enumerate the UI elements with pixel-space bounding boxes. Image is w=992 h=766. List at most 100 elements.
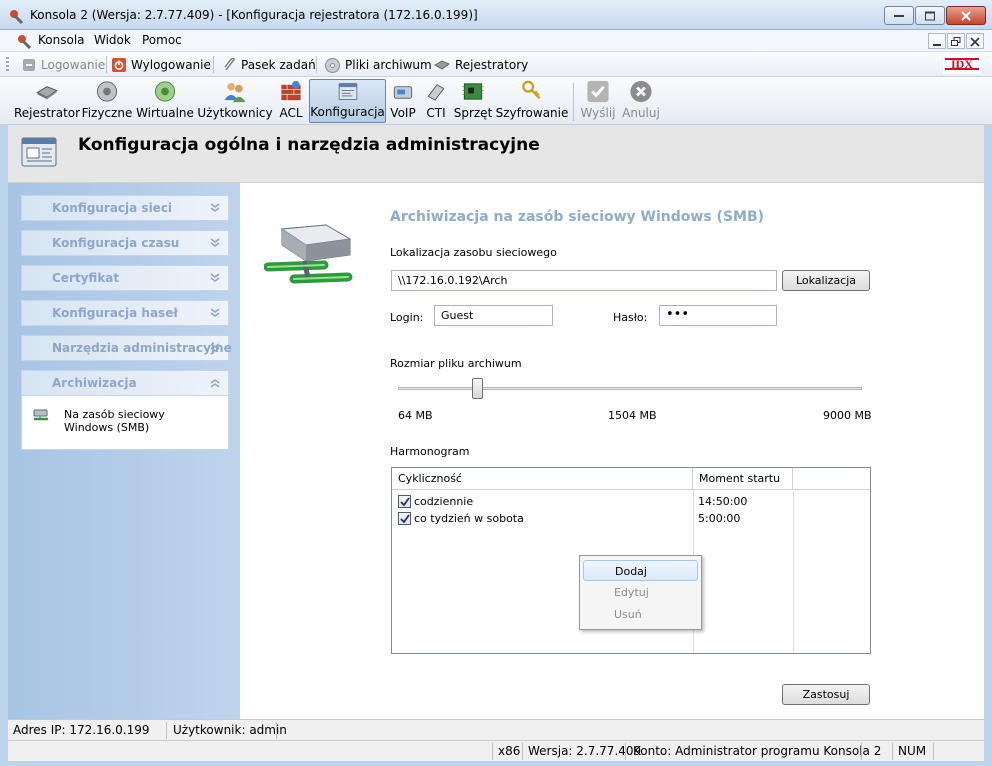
sidebar-panel-passwords[interactable]: Konfiguracja haseł bbox=[21, 300, 229, 326]
status-bar-connection: Adres IP: 172.16.0.199 Użytkownik: admin bbox=[8, 719, 984, 740]
disc-icon bbox=[325, 57, 340, 73]
close-icon bbox=[961, 10, 971, 21]
size-slider-thumb[interactable] bbox=[472, 378, 483, 399]
tool-recorder[interactable]: Rejestrator bbox=[14, 79, 80, 123]
sidebar-panel-archiving[interactable]: Archiwizacja bbox=[21, 370, 229, 396]
recorder-icon bbox=[36, 86, 58, 100]
login-input[interactable]: Guest bbox=[434, 305, 553, 326]
maximize-icon bbox=[925, 11, 935, 20]
column-header-filler bbox=[793, 468, 870, 490]
status-separator bbox=[166, 722, 167, 739]
sidebar-panel-network[interactable]: Konfiguracja sieci bbox=[21, 195, 229, 221]
sidebar-panel-time[interactable]: Konfiguracja czasu bbox=[21, 230, 229, 256]
location-input[interactable]: \\172.16.0.192\Arch bbox=[391, 270, 777, 291]
login-icon bbox=[23, 59, 35, 71]
status-separator bbox=[522, 743, 523, 760]
table-row[interactable]: codziennie 14:50:00 bbox=[392, 493, 870, 510]
sidebar-panel-label: Konfiguracja haseł bbox=[52, 306, 178, 320]
virtual-phone-icon bbox=[154, 81, 176, 102]
tool-encryption[interactable]: Szyfrowanie bbox=[496, 79, 568, 123]
tool-voip[interactable]: VoIP bbox=[389, 79, 417, 123]
status-separator bbox=[933, 743, 934, 760]
checkmark-icon bbox=[587, 80, 609, 103]
menu-widok[interactable]: Widok bbox=[94, 33, 131, 47]
row-checkbox[interactable] bbox=[398, 512, 411, 525]
voip-icon bbox=[393, 86, 413, 99]
close-icon bbox=[970, 37, 980, 47]
tool-virtual-label: Wirtualne bbox=[136, 106, 194, 120]
apply-button[interactable]: Zastosuj bbox=[782, 684, 870, 705]
tool-users[interactable]: Użytkownicy bbox=[197, 79, 273, 123]
tool-send[interactable]: Wyślij bbox=[579, 79, 617, 123]
sidebar-panel-admin-tools[interactable]: Narzędzia administracyjne bbox=[21, 335, 232, 361]
sidebar-panel-label: Konfiguracja sieci bbox=[52, 201, 173, 215]
row-checkbox[interactable] bbox=[398, 495, 411, 508]
hardware-icon bbox=[462, 83, 484, 100]
brand-logo: IDX bbox=[943, 54, 981, 74]
toolbar-main: Rejestrator Fizyczne Wirtualne Użytkowni… bbox=[0, 77, 992, 125]
page-header: Konfiguracja ogólna i narzędzia administ… bbox=[8, 125, 984, 183]
recorders-button[interactable]: Rejestratory bbox=[434, 56, 528, 74]
toolbar-separator bbox=[213, 56, 214, 73]
logout-button[interactable]: Wylogowanie bbox=[112, 56, 211, 74]
status-separator bbox=[625, 743, 626, 760]
context-menu-delete[interactable]: Usuń bbox=[583, 604, 698, 625]
status-bar-app: x86 Wersja: 2.7.77.409 Konto: Administra… bbox=[8, 740, 984, 761]
toolbar-separator bbox=[573, 83, 574, 121]
chevron-down-icon bbox=[210, 343, 220, 352]
tool-physical-label: Fizyczne bbox=[81, 106, 133, 120]
menu-pomoc[interactable]: Pomoc bbox=[142, 33, 182, 47]
location-button[interactable]: Lokalizacja bbox=[782, 270, 870, 291]
tool-virtual[interactable]: Wirtualne bbox=[136, 79, 194, 123]
paperclip-icon bbox=[224, 58, 235, 71]
tool-configuration[interactable]: Konfiguracja bbox=[309, 79, 386, 123]
column-header-start[interactable]: Moment startu bbox=[693, 468, 793, 490]
tool-physical[interactable]: Fizyczne bbox=[82, 79, 132, 123]
app-icon bbox=[10, 10, 24, 24]
mdi-restore-button[interactable] bbox=[947, 33, 965, 49]
close-button[interactable] bbox=[946, 6, 986, 25]
status-arch: x86 bbox=[498, 744, 521, 758]
mdi-close-button[interactable] bbox=[966, 33, 984, 49]
size-min-label: 64 MB bbox=[398, 409, 433, 422]
tool-encryption-label: Szyfrowanie bbox=[495, 106, 569, 120]
size-slider-track[interactable] bbox=[398, 387, 862, 390]
status-account: Konto: Administrator programu Konsola 2 bbox=[633, 744, 882, 758]
toolbar-session: Logowanie Wylogowanie Pasek zadań Pliki … bbox=[0, 52, 992, 77]
login-label: Login: bbox=[390, 311, 424, 324]
minimize-button[interactable] bbox=[884, 6, 914, 25]
mdi-minimize-button[interactable] bbox=[928, 33, 946, 49]
brand-logo-text: IDX bbox=[951, 57, 973, 71]
tool-hardware[interactable]: Sprzęt bbox=[454, 79, 492, 123]
password-input[interactable]: ••• bbox=[659, 305, 777, 326]
tool-cti[interactable]: CTI bbox=[422, 79, 450, 123]
tool-configuration-label: Konfiguracja bbox=[310, 105, 385, 119]
tool-cancel[interactable]: Anuluj bbox=[621, 79, 661, 123]
context-menu-edit[interactable]: Edytuj bbox=[583, 582, 698, 603]
maximize-button[interactable] bbox=[915, 6, 945, 25]
status-separator bbox=[892, 743, 893, 760]
toolbar-grip[interactable] bbox=[6, 57, 9, 72]
status-num: NUM bbox=[898, 744, 927, 758]
sidebar-item-smb[interactable]: Na zasób sieciowy Windows (SMB) bbox=[64, 408, 214, 434]
tool-acl[interactable]: ACL bbox=[276, 79, 306, 123]
window-title: Konsola 2 (Wersja: 2.7.77.409) - [Konfig… bbox=[30, 8, 478, 22]
taskbar-button[interactable]: Pasek zadań bbox=[222, 56, 316, 74]
context-menu-add[interactable]: Dodaj bbox=[583, 560, 698, 581]
sidebar-panel-certificate[interactable]: Certyfikat bbox=[21, 265, 229, 291]
table-row[interactable]: co tydzień w sobota 5:00:00 bbox=[392, 510, 870, 527]
main-panel: Archiwizacja na zasób sieciowy Windows (… bbox=[240, 183, 984, 719]
users-icon bbox=[224, 82, 246, 103]
archive-files-button[interactable]: Pliki archiwum bbox=[325, 56, 432, 74]
app-menu-icon[interactable] bbox=[16, 33, 32, 49]
menu-konsola[interactable]: Konsola bbox=[38, 33, 85, 47]
schedule-label: Harmonogram bbox=[390, 445, 470, 458]
checkmark-icon bbox=[400, 514, 410, 524]
logout-label: Wylogowanie bbox=[131, 58, 211, 72]
archive-files-label: Pliki archiwum bbox=[345, 58, 432, 72]
key-icon bbox=[522, 80, 541, 100]
login-button[interactable]: Logowanie bbox=[22, 56, 105, 74]
recorders-label: Rejestratory bbox=[455, 58, 529, 72]
column-header-cycle[interactable]: Cykliczność bbox=[392, 468, 693, 490]
status-separator bbox=[276, 722, 277, 739]
